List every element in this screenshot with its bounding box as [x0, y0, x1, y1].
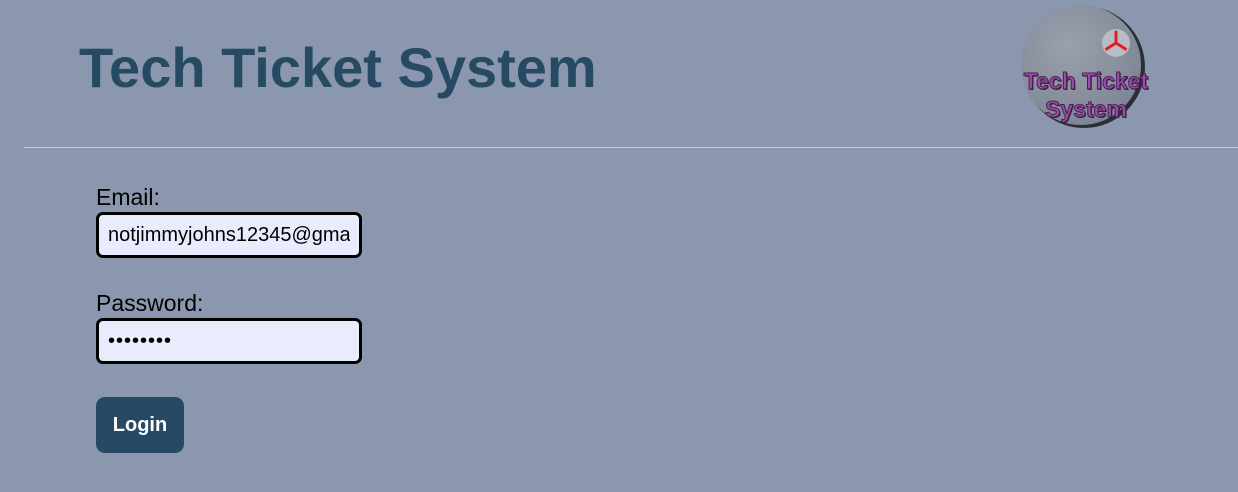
- email-label: Email:: [96, 184, 160, 210]
- email-field[interactable]: [96, 212, 362, 258]
- tri-arrow-emblem-icon: [1102, 29, 1130, 57]
- page-title: Tech Ticket System: [79, 36, 597, 99]
- header-divider: [24, 147, 1238, 148]
- password-field[interactable]: [96, 318, 362, 364]
- logo-text-line1: Tech Ticket: [1023, 68, 1149, 95]
- password-label: Password:: [96, 290, 204, 316]
- logo-text: Tech Ticket System: [1018, 67, 1154, 123]
- logo: Tech Ticket System: [1018, 3, 1149, 128]
- logo-text-line2: System: [1045, 96, 1128, 123]
- login-button[interactable]: Login: [96, 397, 184, 453]
